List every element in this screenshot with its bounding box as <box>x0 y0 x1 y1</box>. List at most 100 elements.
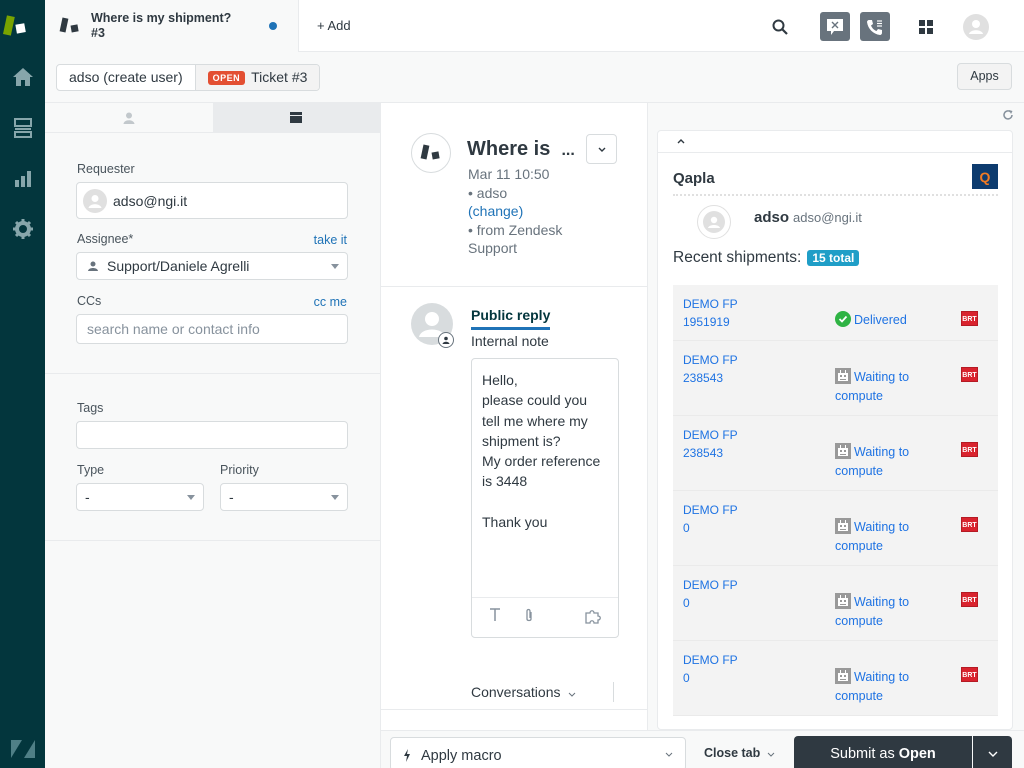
tab-public-reply[interactable]: Public reply <box>471 307 551 330</box>
talk-icon <box>867 19 882 35</box>
shipment-status[interactable]: Waiting to compute <box>835 593 935 631</box>
products-icon <box>919 19 933 34</box>
requester-avatar <box>83 188 107 213</box>
ticket-tab-title: Where is my shipment? #3 <box>91 11 232 40</box>
shipment-row: DEMO FP 0 Waiting to compute BRT <box>673 566 998 641</box>
robot-icon <box>835 368 851 384</box>
tab-user[interactable] <box>45 103 213 132</box>
refresh-icon[interactable] <box>1002 109 1014 121</box>
apply-macro-label: Apply macro <box>421 748 502 764</box>
reply-text[interactable]: Hello, please could you tell me where my… <box>472 359 618 543</box>
shipment-status[interactable]: Waiting to compute <box>835 443 935 481</box>
shipment-id-link[interactable]: DEMO FP 1951919 <box>683 295 738 331</box>
assignee-label: Assignee* <box>77 232 134 246</box>
ccs-placeholder: search name or contact info <box>87 321 260 337</box>
ticket-source-avatar <box>411 133 451 173</box>
zendesk-product-logo[interactable] <box>0 0 45 52</box>
nav-admin[interactable] <box>0 207 45 251</box>
text-format-icon[interactable] <box>489 608 501 622</box>
chevron-down-icon <box>331 264 339 269</box>
ticket-options-button[interactable] <box>586 134 617 164</box>
talk-button[interactable] <box>860 12 890 41</box>
shipment-id-link[interactable]: DEMO FP 238543 <box>683 426 738 462</box>
submit-options-button[interactable] <box>973 736 1012 768</box>
user-icon <box>123 112 135 124</box>
chevron-down-icon <box>187 495 195 500</box>
chevron-down-icon <box>767 752 775 757</box>
ccs-input[interactable]: search name or contact info <box>76 314 348 344</box>
collapse-app-button[interactable] <box>658 131 1012 153</box>
properties-tabs <box>45 103 380 133</box>
apps-button[interactable]: Apps <box>957 63 1012 90</box>
tab-ticket[interactable] <box>212 103 380 132</box>
tags-input[interactable] <box>76 421 348 449</box>
search-button[interactable] <box>765 12 795 41</box>
chevron-down-icon <box>988 751 997 757</box>
status-badge: OPEN <box>207 70 246 85</box>
breadcrumb: adso (create user) OPEN Ticket #3 <box>56 64 321 91</box>
chevron-down-icon <box>598 147 605 152</box>
home-icon <box>12 68 33 86</box>
shipment-id-link[interactable]: DEMO FP 0 <box>683 576 738 612</box>
shipment-status[interactable]: Waiting to compute <box>835 518 935 556</box>
change-requester-link[interactable]: (change) <box>468 202 598 221</box>
attachment-icon[interactable] <box>523 608 535 624</box>
divider <box>45 373 380 374</box>
user-avatar-icon <box>963 13 989 40</box>
type-select[interactable]: - <box>76 483 204 511</box>
divider <box>613 682 614 702</box>
priority-select[interactable]: - <box>220 483 348 511</box>
tab-internal-note[interactable]: Internal note <box>471 333 549 349</box>
shipment-row: DEMO FP 238543 Waiting to compute BRT <box>673 416 998 491</box>
cc-me-link[interactable]: cc me <box>314 295 347 309</box>
reporting-icon <box>14 171 31 187</box>
shipment-id-link[interactable]: DEMO FP 0 <box>683 651 738 687</box>
nav-reporting[interactable] <box>0 157 45 201</box>
person-icon <box>88 261 98 271</box>
qapla-app: Qapla Q adso adso@ngi.it Recent shipments… <box>657 130 1013 730</box>
assignee-select[interactable]: Support/Daniele Agrelli <box>76 252 348 280</box>
ticket-source: • from Zendesk Support <box>468 221 563 257</box>
chevron-down-icon <box>665 752 673 757</box>
reply-editor[interactable]: Hello, please could you tell me where my… <box>471 358 619 638</box>
shipment-status[interactable]: Waiting to compute <box>835 368 935 406</box>
conversations-filter[interactable]: Conversations <box>471 684 576 700</box>
shipment-id-link[interactable]: DEMO FP 238543 <box>683 351 738 387</box>
nav-home[interactable] <box>0 55 45 99</box>
tags-label: Tags <box>77 401 104 415</box>
ticket-tab-icon <box>59 17 79 33</box>
gear-icon <box>12 219 33 239</box>
carrier-logo: BRT <box>961 517 978 532</box>
chat-button[interactable] <box>820 12 850 41</box>
shipment-status[interactable]: Waiting to compute <box>835 668 935 706</box>
ticket-tab[interactable]: Where is my shipment? #3 <box>45 0 299 52</box>
products-button[interactable] <box>911 12 941 41</box>
shipment-status[interactable]: Delivered <box>835 311 935 330</box>
submit-button[interactable]: Submit as Open <box>794 736 972 768</box>
breadcrumb-ticket-label: Ticket #3 <box>251 69 308 85</box>
customer-name: adso adso@ngi.it <box>754 209 862 226</box>
nav-views[interactable] <box>0 106 45 150</box>
take-it-link[interactable]: take it <box>314 233 347 247</box>
chevron-down-icon <box>569 692 576 697</box>
conversation-panel: Where is ... Mar 11 10:50 • adso (change… <box>381 103 648 730</box>
ticket-subject[interactable]: Where is ... <box>467 138 575 161</box>
divider <box>673 194 998 196</box>
requester-field[interactable]: adso@ngi.it <box>76 182 348 219</box>
apps-panel: Qapla Q adso adso@ngi.it Recent shipments… <box>648 103 1024 730</box>
breadcrumb-requester[interactable]: adso (create user) <box>57 65 195 90</box>
carrier-logo: BRT <box>961 667 978 682</box>
robot-icon <box>835 668 851 684</box>
add-tab-button[interactable]: + Add <box>317 18 351 33</box>
ticket-meta: Mar 11 10:50 • adso (change) • from Zend… <box>468 165 598 258</box>
close-tab-select[interactable]: Close tab <box>704 746 775 760</box>
carrier-logo: BRT <box>961 367 978 382</box>
app-extension-icon[interactable] <box>584 608 602 624</box>
apply-macro-select[interactable]: Apply macro <box>390 737 686 768</box>
shipment-id-link[interactable]: DEMO FP 0 <box>683 501 738 537</box>
customer-email: adso@ngi.it <box>793 210 862 225</box>
breadcrumb-ticket[interactable]: OPEN Ticket #3 <box>194 65 320 90</box>
carrier-logo: BRT <box>961 592 978 607</box>
user-menu-button[interactable] <box>961 12 991 41</box>
shipment-list: DEMO FP 1951919 Delivered BRT DEMO FP 238543 W… <box>673 285 998 716</box>
